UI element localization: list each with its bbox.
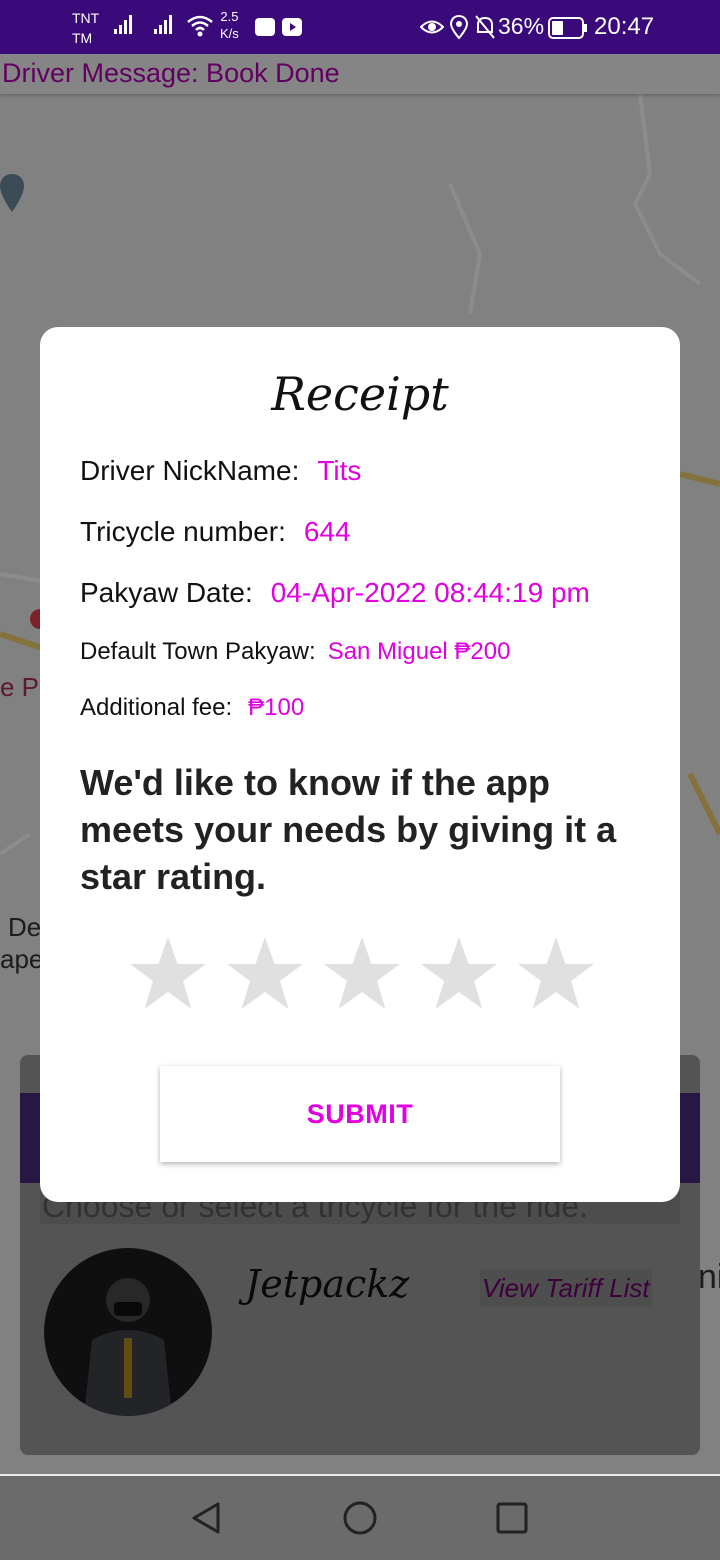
- star-icon-5[interactable]: [516, 935, 596, 1015]
- star-icon-4[interactable]: [419, 935, 499, 1015]
- additional-fee-row: Additional fee: ₱100: [80, 694, 304, 722]
- additional-fee-value: ₱100: [248, 694, 305, 721]
- signal-icon: [114, 15, 132, 34]
- shield-icon: [255, 18, 275, 36]
- submit-button[interactable]: SUBMIT: [160, 1066, 560, 1162]
- additional-fee-label: Additional fee:: [80, 694, 233, 721]
- driver-nickname-row: Driver NickName: Tits: [80, 455, 361, 487]
- dialog-title: Receipt: [271, 367, 449, 421]
- default-town-label: Default Town Pakyaw:: [80, 638, 316, 665]
- driver-nickname-value: Tits: [317, 455, 362, 486]
- carrier-label: TNT TM: [72, 8, 99, 48]
- battery-percent: 36%: [498, 13, 545, 39]
- default-town-row: Default Town Pakyaw: San Miguel ₱200: [80, 638, 510, 666]
- net-speed: 2.5 K/s: [220, 8, 239, 42]
- home-icon[interactable]: [342, 1500, 378, 1536]
- receipt-dialog: Receipt Driver NickName: Tits Tricycle nu…: [40, 327, 680, 1202]
- status-bar: TNT TM 2.5 K/s 36% 20:47: [0, 0, 720, 54]
- tricycle-number-row: Tricycle number: 644: [80, 516, 351, 548]
- recents-icon[interactable]: [494, 1500, 530, 1536]
- wifi-icon: [187, 15, 213, 37]
- star-icon-1[interactable]: [128, 935, 208, 1015]
- pakyaw-date-row: Pakyaw Date: 04-Apr-2022 08:44:19 pm: [80, 577, 590, 609]
- net-speed-value: 2.5: [220, 9, 239, 24]
- signal-icon-2: [154, 15, 172, 34]
- default-town-value: San Miguel ₱200: [327, 638, 511, 665]
- net-speed-unit: K/s: [220, 26, 239, 41]
- mute-icon: [475, 15, 495, 39]
- carrier-line-1: TNT: [72, 10, 100, 26]
- rating-prompt: We'd like to know if the app meets your …: [80, 762, 617, 897]
- tricycle-number-label: Tricycle number:: [80, 516, 286, 547]
- location-icon: [449, 14, 469, 40]
- tricycle-number-value: 644: [303, 516, 351, 547]
- star-icon-3[interactable]: [322, 935, 402, 1015]
- star-rating[interactable]: [128, 935, 596, 1015]
- eye-icon: [420, 20, 444, 34]
- pakyaw-date-value: 04-Apr-2022 08:44:19 pm: [270, 577, 590, 608]
- youtube-icon: [282, 18, 302, 36]
- navigation-bar: [0, 1476, 720, 1560]
- clock: 20:47: [594, 13, 655, 40]
- carrier-line-2: TM: [72, 30, 93, 46]
- driver-nickname-label: Driver NickName:: [80, 455, 300, 486]
- pakyaw-date-label: Pakyaw Date:: [80, 577, 253, 608]
- star-icon-2[interactable]: [225, 935, 305, 1015]
- battery-icon: [548, 17, 587, 39]
- back-icon[interactable]: [188, 1500, 224, 1536]
